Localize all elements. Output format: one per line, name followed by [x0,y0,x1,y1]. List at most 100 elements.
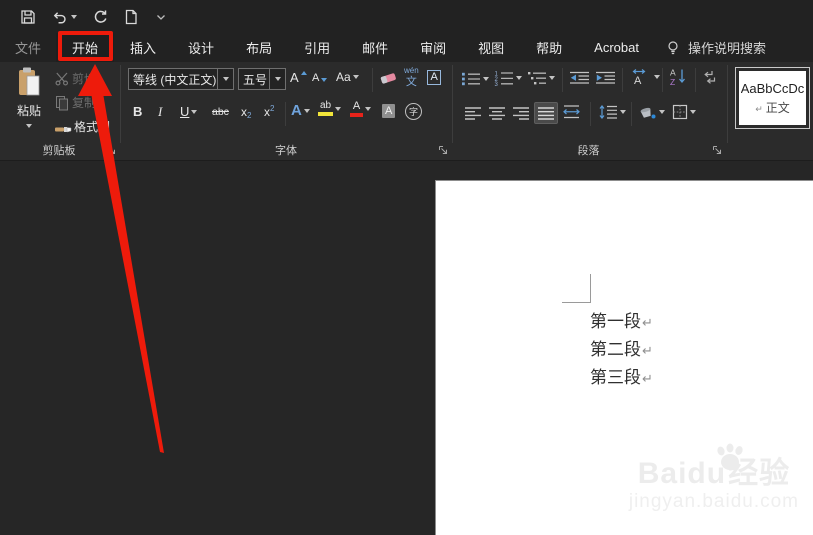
paragraph-line[interactable]: 第一段↵ [590,308,653,336]
numbering-button[interactable]: 1 2 3 [494,70,522,86]
tab-references[interactable]: 引用 [288,33,346,62]
tab-mailings[interactable]: 邮件 [346,33,404,62]
font-size-combo[interactable]: 五号 [238,68,286,90]
tab-acrobat[interactable]: Acrobat [578,33,655,62]
strikethrough-button[interactable]: abc [212,106,229,118]
tab-design[interactable]: 设计 [172,33,230,62]
multilevel-list-button[interactable] [527,70,555,86]
clipboard-dialog-launcher[interactable] [106,145,117,156]
copy-button[interactable]: 复制 [54,94,96,111]
paragraph-dialog-launcher[interactable] [712,145,723,156]
document-text: 第一段↵ 第二段↵ 第三段↵ [590,308,653,392]
character-border-button[interactable]: A [427,70,442,85]
tab-review[interactable]: 审阅 [404,33,462,62]
subscript-digit: 2 [247,111,252,120]
clear-formatting-button[interactable] [379,71,398,86]
font-dialog-launcher[interactable] [438,145,449,156]
tab-view[interactable]: 视图 [462,33,520,62]
increase-indent-button[interactable] [595,71,616,85]
enclose-characters-icon: 字 [405,103,422,120]
character-shading-button[interactable]: A [382,104,396,118]
sort-icon: A Z [669,67,687,86]
return-mark: ↵ [642,371,653,386]
redo-button[interactable] [92,7,108,27]
document-page[interactable]: 第一段↵ 第二段↵ 第三段↵ Baidu 经验 jingyan.baidu.co… [435,180,813,535]
scissors-icon [54,71,70,86]
group-separator [120,65,121,143]
tab-layout[interactable]: 布局 [230,33,288,62]
paste-dropdown-icon [26,124,32,128]
clipboard-group-label: 剪贴板 [42,145,76,157]
paste-button[interactable]: 粘贴 [6,66,52,148]
change-case-button[interactable]: Aa [336,70,359,84]
text-highlight-button[interactable]: ab [318,101,341,116]
styles-gallery: AaBbCcDc ↵ 正文 [735,67,810,129]
paragraph-line[interactable]: 第三段↵ [590,364,653,392]
formatting-marks-button[interactable] [701,69,718,86]
undo-button[interactable] [51,7,77,27]
return-mark: ↵ [755,103,763,114]
decrease-indent-button[interactable] [569,71,590,85]
shrink-font-button[interactable]: A [312,72,328,84]
customize-toolbar-button[interactable] [154,7,168,27]
customize-toolbar-icon [154,11,168,23]
superscript-button[interactable]: x 2 [264,104,274,120]
shading-button[interactable] [638,104,665,120]
bold-button[interactable]: B [133,104,142,119]
up-triangle-icon [300,71,307,75]
tab-insert[interactable]: 插入 [114,33,172,62]
redo-icon [92,9,108,25]
align-center-button[interactable] [488,106,506,120]
paragraph-line[interactable]: 第二段↵ [590,336,653,364]
tab-file[interactable]: 文件 [0,33,56,62]
grow-font-button[interactable]: A [290,70,307,85]
justify-button[interactable] [534,102,558,124]
format-painter-label: 格式刷 [74,120,111,134]
cut-label: 剪切 [72,72,97,86]
ribbon-tab-bar: 文件 开始 插入 设计 布局 引用 邮件 审阅 视图 帮助 Acrobat 操作… [0,33,813,62]
italic-button[interactable]: I [158,104,162,120]
tab-help[interactable]: 帮助 [520,33,578,62]
tell-me-search[interactable]: 操作说明搜索 [655,33,776,62]
undo-dropdown-icon [71,14,77,19]
borders-button[interactable] [672,104,696,120]
decrease-indent-icon [569,71,590,85]
lightbulb-icon [665,40,681,56]
mini-separator [590,102,591,126]
italic-icon: I [158,104,163,119]
borders-grid-icon [672,104,688,120]
sort-button[interactable]: A Z [669,67,687,86]
format-painter-button[interactable]: 格式刷 [54,118,110,135]
align-left-button[interactable] [464,106,482,120]
mini-separator [631,102,632,126]
chevron-down-icon [269,69,285,89]
justify-icon [537,106,555,120]
underline-icon: U [180,104,190,119]
distribute-button[interactable] [562,104,581,120]
tab-home[interactable]: 开始 [56,33,115,62]
align-left-icon [464,106,482,120]
style-card-normal[interactable]: AaBbCcDc ↵ 正文 [739,71,806,125]
style-name: ↵ 正文 [755,100,790,115]
word-window: 文件 开始 插入 设计 布局 引用 邮件 审阅 视图 帮助 Acrobat 操作… [0,0,813,535]
font-group-label: 字体 [275,145,297,157]
line-spacing-button[interactable] [598,104,626,120]
asian-layout-button[interactable]: A [630,68,660,86]
subscript-button[interactable]: x 2 [241,104,251,120]
save-button[interactable] [20,7,36,27]
paragraph-group-label: 段落 [577,145,600,157]
new-document-button[interactable] [123,7,139,27]
font-color-button[interactable]: A [350,101,371,117]
phonetic-guide-button[interactable]: wén 文 [404,67,419,88]
eraser-icon [379,71,398,86]
font-name-combo[interactable]: 等线 (中文正文) [128,68,234,90]
bullet-list-icon [461,71,481,86]
enclose-characters-button[interactable]: 字 [405,103,422,120]
bullets-button[interactable] [461,71,489,86]
align-right-button[interactable] [512,106,530,120]
underline-button[interactable]: U [180,104,198,119]
shrink-font-icon: A [312,72,320,84]
grow-font-icon: A [290,70,299,85]
text-effects-button[interactable]: A [291,102,310,119]
cut-button[interactable]: 剪切 [54,70,96,87]
